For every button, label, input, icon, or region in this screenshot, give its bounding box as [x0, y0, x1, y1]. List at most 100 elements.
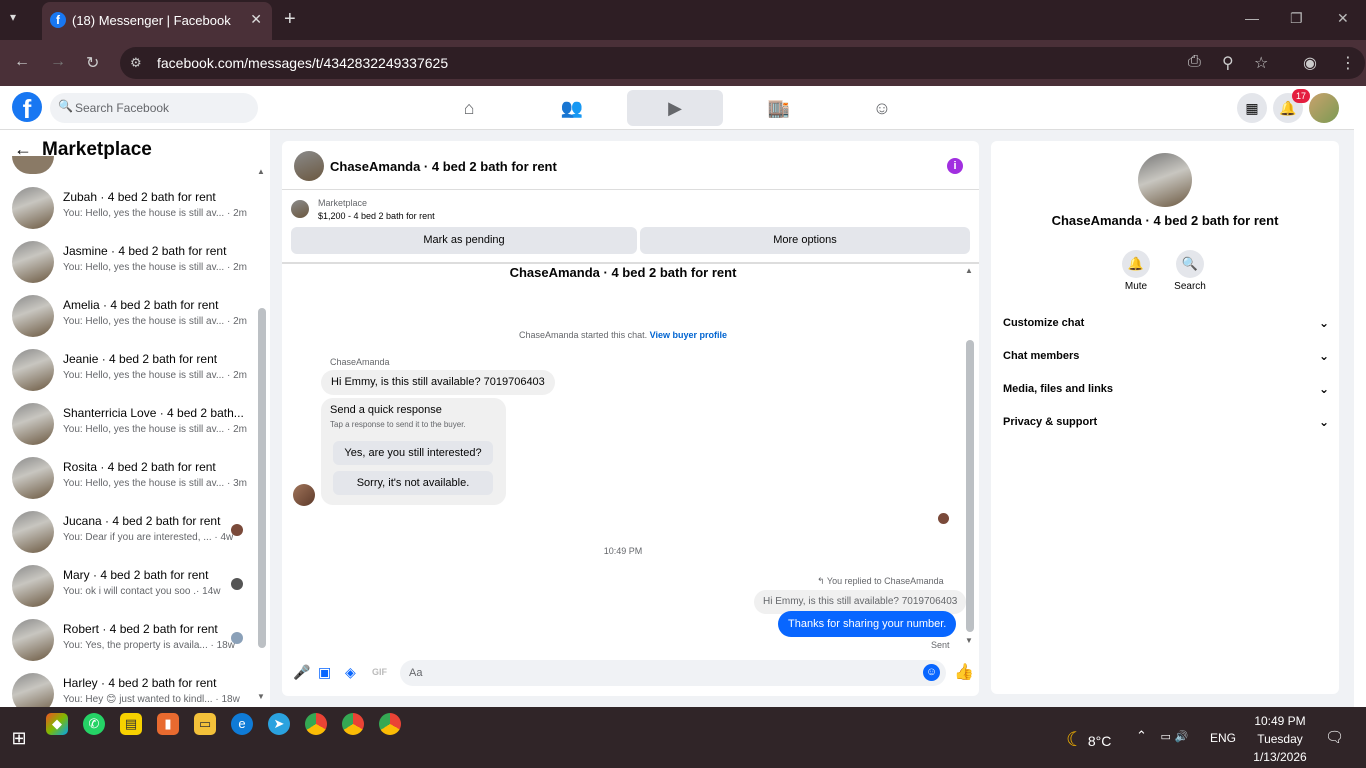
conversation-item[interactable]: Shanterricia Love · 4 bed 2 bath... You:… [0, 397, 255, 451]
conversation-name: Rosita · 4 bed 2 bath for rent [63, 460, 216, 474]
info-icon[interactable]: i [947, 158, 963, 174]
sidebar-scrollbar[interactable] [258, 308, 266, 648]
close-window-icon[interactable]: ✕ [1337, 10, 1349, 27]
chat-title[interactable]: ChaseAmanda · 4 bed 2 bath for rent [330, 159, 557, 174]
gif-icon[interactable]: GIF [372, 667, 387, 677]
row-label: Chat members [1003, 350, 1080, 362]
conversation-item[interactable]: Rosita · 4 bed 2 bath for rent You: Hell… [0, 451, 255, 505]
sticker-icon[interactable]: ◈ [345, 664, 356, 681]
microphone-icon[interactable]: 🎤 [293, 664, 310, 681]
privacy-support-row[interactable]: Privacy & support ⌄ [1003, 415, 1329, 429]
quick-reply-sorry-button[interactable]: Sorry, it's not available. [333, 471, 493, 495]
clock[interactable]: 10:49 PM Tuesday 1/13/2026 [1248, 712, 1312, 766]
reload-icon[interactable]: ↻ [86, 53, 99, 73]
like-thumb-icon[interactable]: 👍 [954, 662, 974, 682]
video-tab-icon[interactable]: ▶ [627, 90, 723, 126]
browser-tab[interactable]: f (18) Messenger | Facebook ✕ [42, 2, 272, 40]
message-input[interactable]: Aa ☺ [400, 660, 946, 686]
menu-grid-icon[interactable]: ▦ [1237, 93, 1267, 123]
more-options-button[interactable]: More options [640, 227, 970, 254]
menu-dots-icon[interactable]: ⋮ [1340, 53, 1356, 73]
install-app-icon[interactable]: ⎙ [1188, 53, 1201, 71]
incoming-message[interactable]: Hi Emmy, is this still available? 701970… [321, 370, 555, 395]
conversation-item[interactable]: Harley · 4 bed 2 bath for rent You: Hey … [0, 667, 255, 707]
conversation-item[interactable]: Jeanie · 4 bed 2 bath for rent You: Hell… [0, 343, 255, 397]
friends-tab-icon[interactable]: 👥 [524, 90, 620, 126]
mute-label: Mute [1124, 281, 1148, 292]
chat-scrollbar[interactable] [966, 340, 974, 632]
file-explorer-icon[interactable]: ▭ [194, 713, 216, 735]
media-files-links-row[interactable]: Media, files and links ⌄ [1003, 382, 1329, 396]
emoji-icon[interactable]: ☺ [923, 664, 940, 681]
system-tray[interactable]: ⌃ ▭ 🔊 [1136, 728, 1188, 744]
new-tab-icon[interactable]: + [284, 8, 296, 31]
conversation-preview: You: Hello, yes the house is still av...… [63, 262, 247, 273]
copilot-icon[interactable]: ◆ [46, 713, 68, 735]
sticky-notes-icon[interactable]: ▤ [120, 713, 142, 735]
volume-icon[interactable]: 🔊 [1175, 731, 1189, 743]
minimize-icon[interactable]: — [1245, 10, 1259, 26]
windows-start-icon[interactable]: ⊞ [8, 727, 30, 749]
scroll-down-icon[interactable]: ▼ [257, 692, 265, 701]
tab-list-chevron-icon[interactable]: ▾ [10, 10, 16, 24]
chat-avatar[interactable] [294, 151, 324, 181]
chat-scroll-down-icon[interactable]: ▼ [965, 636, 973, 645]
marketplace-tab-icon[interactable]: 🏬 [731, 90, 827, 126]
row-label: Privacy & support [1003, 416, 1098, 428]
quick-reply-yes-button[interactable]: Yes, are you still interested? [333, 441, 493, 465]
notification-center-icon[interactable]: 🗨 [1325, 728, 1344, 746]
chevron-down-icon: ⌄ [1318, 316, 1329, 330]
profile-icon[interactable]: ◉ [1303, 53, 1317, 73]
chrome-icon[interactable] [379, 713, 401, 735]
details-avatar[interactable] [1138, 153, 1192, 207]
network-icon[interactable]: ▭ [1161, 731, 1171, 743]
chat-scroll-up-icon[interactable]: ▲ [965, 266, 973, 275]
chrome-icon[interactable] [305, 713, 327, 735]
weather-widget[interactable]: ☾ 8°C [1066, 727, 1111, 752]
customize-chat-row[interactable]: Customize chat ⌄ [1003, 316, 1329, 330]
chrome-icon[interactable] [342, 713, 364, 735]
url-text[interactable]: facebook.com/messages/t/4342832249337625 [157, 55, 448, 71]
outgoing-message[interactable]: Thanks for sharing your number. [778, 611, 957, 637]
forward-icon[interactable]: → [50, 53, 66, 71]
language-indicator[interactable]: ENG [1210, 731, 1236, 745]
mute-bell-icon[interactable]: 🔔 [1122, 250, 1150, 278]
view-buyer-profile-link[interactable]: View buyer profile [650, 330, 727, 340]
bookmark-star-icon[interactable]: ☆ [1254, 53, 1268, 73]
mark-as-pending-button[interactable]: Mark as pending [291, 227, 637, 254]
conversation-preview: You: Hello, yes the house is still av...… [63, 478, 247, 489]
conversation-avatar [12, 403, 54, 445]
conversation-item[interactable]: Amelia · 4 bed 2 bath for rent You: Hell… [0, 289, 255, 343]
clock-day: Tuesday [1257, 732, 1303, 746]
whatsapp-icon[interactable]: ✆ [83, 713, 105, 735]
conversation-item[interactable]: Jasmine · 4 bed 2 bath for rent You: Hel… [0, 235, 255, 289]
search-facebook-input[interactable]: 🔍 Search Facebook [50, 93, 258, 123]
facebook-logo-icon[interactable]: f [12, 92, 42, 124]
scroll-up-icon[interactable]: ▲ [257, 167, 265, 176]
listing-price[interactable]: $1,200 - 4 bed 2 bath for rent [318, 211, 435, 221]
search-icon[interactable]: 🔍 [1176, 250, 1204, 278]
listing-thumbnail[interactable] [291, 200, 309, 218]
page-scrollbar[interactable] [1354, 86, 1366, 707]
restore-icon[interactable]: ❐ [1290, 10, 1303, 27]
sender-avatar[interactable] [293, 484, 315, 506]
close-tab-icon[interactable]: ✕ [250, 11, 262, 28]
account-avatar[interactable] [1309, 93, 1339, 123]
conversation-item[interactable]: Jucana · 4 bed 2 bath for rent You: Dear… [0, 505, 255, 559]
app-icon[interactable]: ▮ [157, 713, 179, 735]
photo-icon[interactable]: ▣ [318, 664, 331, 681]
home-tab-icon[interactable]: ⌂ [421, 90, 517, 126]
conversation-item[interactable]: Zubah · 4 bed 2 bath for rent You: Hello… [0, 181, 255, 235]
site-info-icon[interactable]: ⚙ [130, 55, 142, 71]
show-hidden-icons-icon[interactable]: ⌃ [1136, 728, 1147, 743]
edge-icon[interactable]: e [231, 713, 253, 735]
conversation-item[interactable]: Robert · 4 bed 2 bath for rent You: Yes,… [0, 613, 255, 667]
back-icon[interactable]: ← [14, 53, 30, 71]
chat-members-row[interactable]: Chat members ⌄ [1003, 349, 1329, 363]
conversation-item[interactable]: Mary · 4 bed 2 bath for rent You: ok i w… [0, 559, 255, 613]
groups-tab-icon[interactable]: ☺ [834, 90, 930, 126]
zoom-icon[interactable]: ⚲ [1222, 53, 1234, 73]
conversation-avatar [12, 457, 54, 499]
conversation-avatar [12, 619, 54, 661]
telegram-icon[interactable]: ➤ [268, 713, 290, 735]
